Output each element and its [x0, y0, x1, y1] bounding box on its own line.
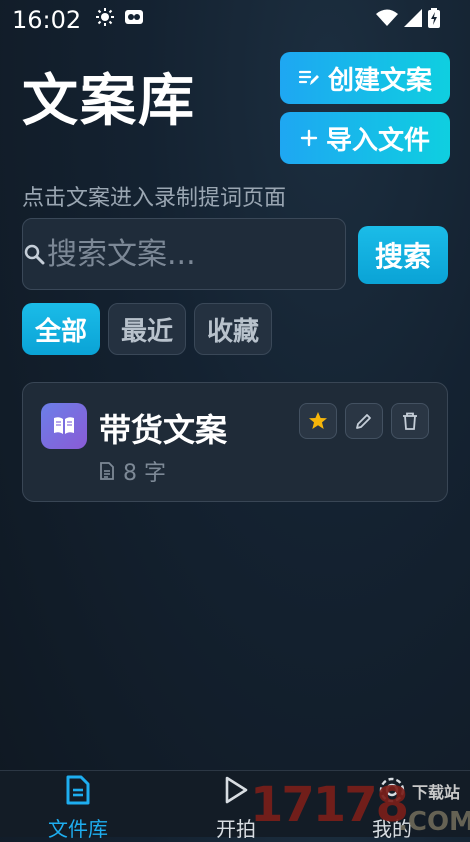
app-notification-icon	[125, 10, 143, 24]
import-file-label: 导入文件	[325, 125, 430, 156]
nav-file-library[interactable]: 文件库	[18, 771, 138, 841]
import-file-button[interactable]: 导入文件	[280, 112, 450, 164]
status-bar: 16:02	[0, 0, 470, 40]
filter-favorites[interactable]: 收藏	[194, 303, 272, 355]
create-script-button[interactable]: 创建文案	[280, 52, 450, 104]
edit-button[interactable]	[345, 403, 383, 439]
wifi-icon	[376, 9, 398, 26]
filter-all[interactable]: 全部	[22, 303, 100, 355]
brightness-icon	[96, 8, 114, 26]
watermark-digits: 17178	[250, 777, 409, 833]
page-title: 文案库	[22, 69, 196, 134]
book-icon	[54, 417, 74, 434]
search-box	[22, 218, 422, 290]
script-title: 带货文案	[99, 411, 228, 449]
pencil-icon	[356, 414, 371, 429]
favorite-button[interactable]	[299, 403, 337, 439]
watermark-logo: 17178 .COM 下载站	[250, 775, 470, 837]
battery-charging-icon	[428, 8, 440, 28]
play-icon	[225, 776, 248, 804]
script-word-count: 8 字	[123, 461, 166, 486]
star-icon	[309, 412, 327, 429]
watermark-com: .COM	[398, 807, 470, 837]
create-script-label: 创建文案	[327, 65, 432, 96]
search-button[interactable]: 搜索	[358, 226, 448, 284]
status-time: 16:02	[12, 6, 82, 34]
nav-file-library-label: 文件库	[48, 817, 108, 841]
filter-recent[interactable]: 最近	[108, 303, 186, 355]
plus-icon	[300, 129, 318, 147]
trash-icon	[403, 412, 417, 430]
document-icon	[100, 462, 114, 480]
filter-tabs: 全部 最近 收藏	[22, 303, 272, 355]
delete-button[interactable]	[391, 403, 429, 439]
signal-icon	[404, 9, 422, 27]
search-icon	[24, 244, 45, 265]
hint-text: 点击文案进入录制提词页面	[22, 186, 287, 211]
file-icon	[66, 775, 90, 805]
edit-list-icon	[298, 70, 319, 85]
script-card[interactable]: 带货文案 8 字	[22, 382, 448, 502]
watermark-text: 下载站	[412, 783, 461, 802]
